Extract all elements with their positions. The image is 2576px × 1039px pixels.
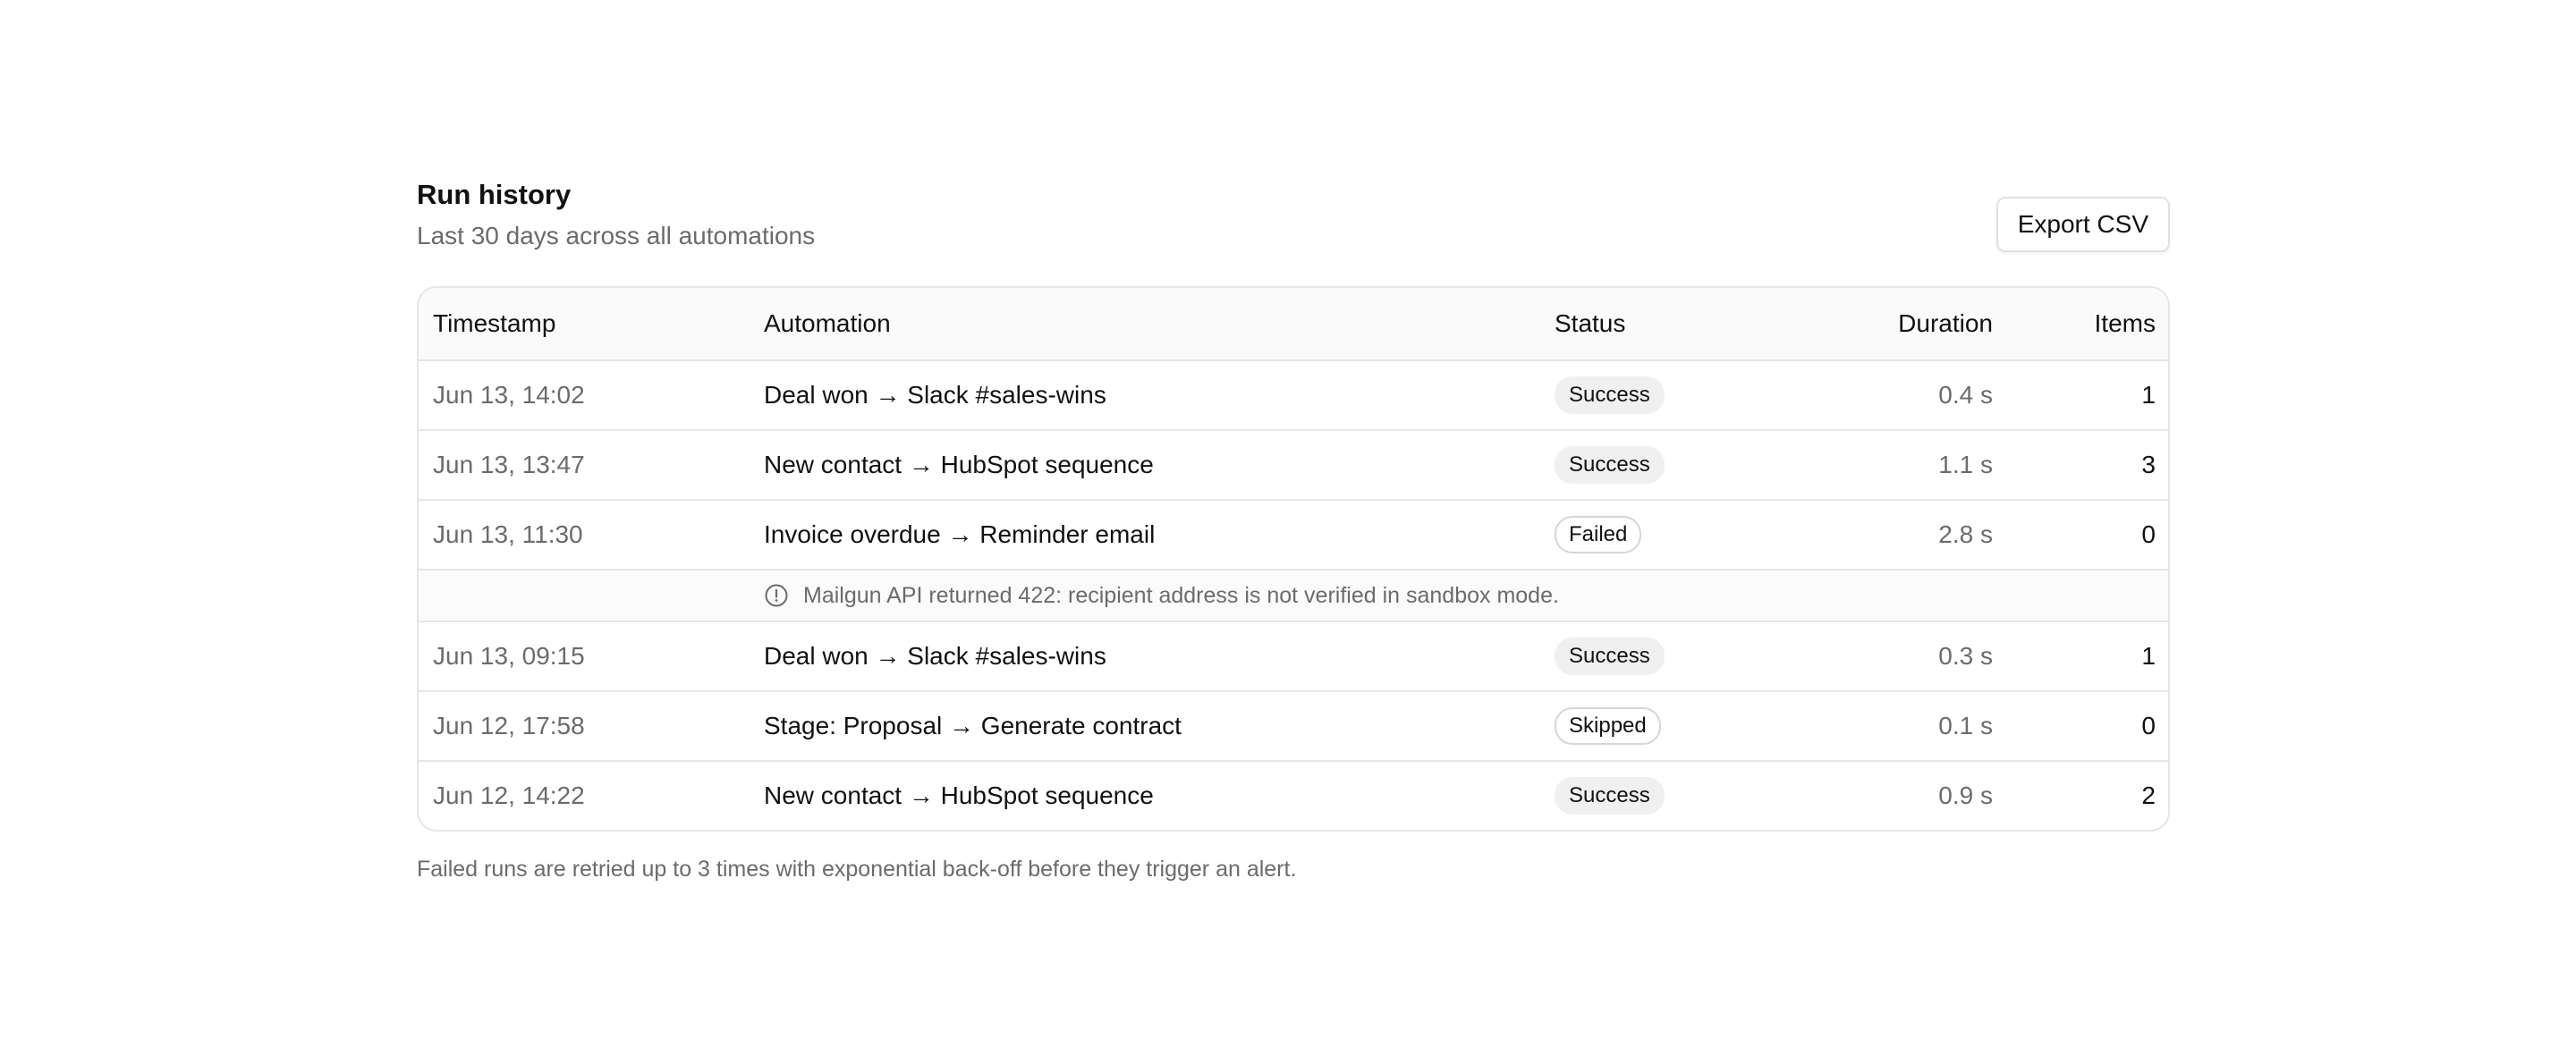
row-duration: 0.1 s bbox=[1938, 712, 1993, 739]
retry-footnote: Failed runs are retried up to 3 times wi… bbox=[417, 857, 1297, 882]
status-badge: Success bbox=[1555, 777, 1665, 815]
row-duration: 0.4 s bbox=[1938, 381, 1993, 409]
row-status: Success bbox=[1555, 622, 1665, 690]
column-header-duration[interactable]: Duration bbox=[1898, 288, 1993, 359]
run-history-table: Timestamp Automation Status Duration Ite… bbox=[417, 286, 2170, 832]
row-status: Failed bbox=[1555, 501, 1642, 569]
column-header-items[interactable]: Items bbox=[2095, 288, 2156, 359]
alert-circle-icon bbox=[764, 583, 789, 608]
row-timestamp: Jun 13, 11:30 bbox=[433, 520, 583, 548]
status-badge: Skipped bbox=[1555, 707, 1661, 745]
row-automation: New contact → HubSpot sequence bbox=[764, 781, 1154, 809]
row-automation: Stage: Proposal → Generate contract bbox=[764, 712, 1182, 739]
page-subtitle: Last 30 days across all automations bbox=[417, 222, 816, 249]
table-row[interactable]: Jun 13, 09:15 Deal won → Slack #sales-wi… bbox=[419, 621, 2168, 690]
error-detail-row: Mailgun API returned 422: recipient addr… bbox=[419, 569, 2168, 621]
row-duration: 0.9 s bbox=[1938, 781, 1993, 809]
export-csv-button[interactable]: Export CSV bbox=[1996, 197, 2170, 252]
row-status: Success bbox=[1555, 762, 1665, 830]
row-status: Success bbox=[1555, 431, 1665, 499]
row-status: Success bbox=[1555, 361, 1665, 429]
row-duration: 1.1 s bbox=[1938, 451, 1993, 478]
row-items: 0 bbox=[2141, 712, 2156, 739]
column-header-status[interactable]: Status bbox=[1555, 288, 1625, 359]
row-timestamp: Jun 13, 13:47 bbox=[433, 451, 585, 478]
row-timestamp: Jun 12, 17:58 bbox=[433, 712, 585, 739]
column-header-automation[interactable]: Automation bbox=[764, 288, 891, 359]
row-automation: Deal won → Slack #sales-wins bbox=[764, 642, 1106, 670]
row-items: 3 bbox=[2141, 451, 2156, 478]
table-row[interactable]: Jun 12, 17:58 Stage: Proposal → Generate… bbox=[419, 690, 2168, 760]
row-automation: New contact → HubSpot sequence bbox=[764, 451, 1154, 478]
error-message: Mailgun API returned 422: recipient addr… bbox=[803, 582, 1559, 608]
row-status: Skipped bbox=[1555, 692, 1661, 760]
status-badge: Success bbox=[1555, 638, 1665, 675]
row-duration: 0.3 s bbox=[1938, 642, 1993, 670]
table-row[interactable]: Jun 13, 13:47 New contact → HubSpot sequ… bbox=[419, 429, 2168, 499]
status-badge: Failed bbox=[1555, 516, 1642, 553]
status-badge: Success bbox=[1555, 376, 1665, 414]
row-automation: Deal won → Slack #sales-wins bbox=[764, 381, 1106, 409]
table-row[interactable]: Jun 13, 14:02 Deal won → Slack #sales-wi… bbox=[419, 359, 2168, 429]
page-title: Run history bbox=[417, 179, 572, 210]
row-items: 1 bbox=[2141, 381, 2156, 409]
row-timestamp: Jun 13, 09:15 bbox=[433, 642, 585, 670]
run-history-panel: Run history Last 30 days across all auto… bbox=[417, 175, 2170, 885]
table-row[interactable]: Jun 12, 14:22 New contact → HubSpot sequ… bbox=[419, 760, 2168, 830]
error-detail: Mailgun API returned 422: recipient addr… bbox=[764, 570, 1559, 621]
row-items: 2 bbox=[2141, 781, 2156, 809]
column-header-timestamp[interactable]: Timestamp bbox=[433, 288, 555, 359]
table-row[interactable]: Jun 13, 11:30 Invoice overdue → Reminder… bbox=[419, 499, 2168, 569]
row-timestamp: Jun 13, 14:02 bbox=[433, 381, 585, 409]
table-header-row: Timestamp Automation Status Duration Ite… bbox=[419, 288, 2168, 359]
row-items: 0 bbox=[2141, 520, 2156, 548]
row-automation: Invoice overdue → Reminder email bbox=[764, 520, 1156, 548]
panel-header: Run history Last 30 days across all auto… bbox=[417, 175, 2170, 286]
row-duration: 2.8 s bbox=[1938, 520, 1993, 548]
row-timestamp: Jun 12, 14:22 bbox=[433, 781, 585, 809]
status-badge: Success bbox=[1555, 446, 1665, 484]
row-items: 1 bbox=[2141, 642, 2156, 670]
